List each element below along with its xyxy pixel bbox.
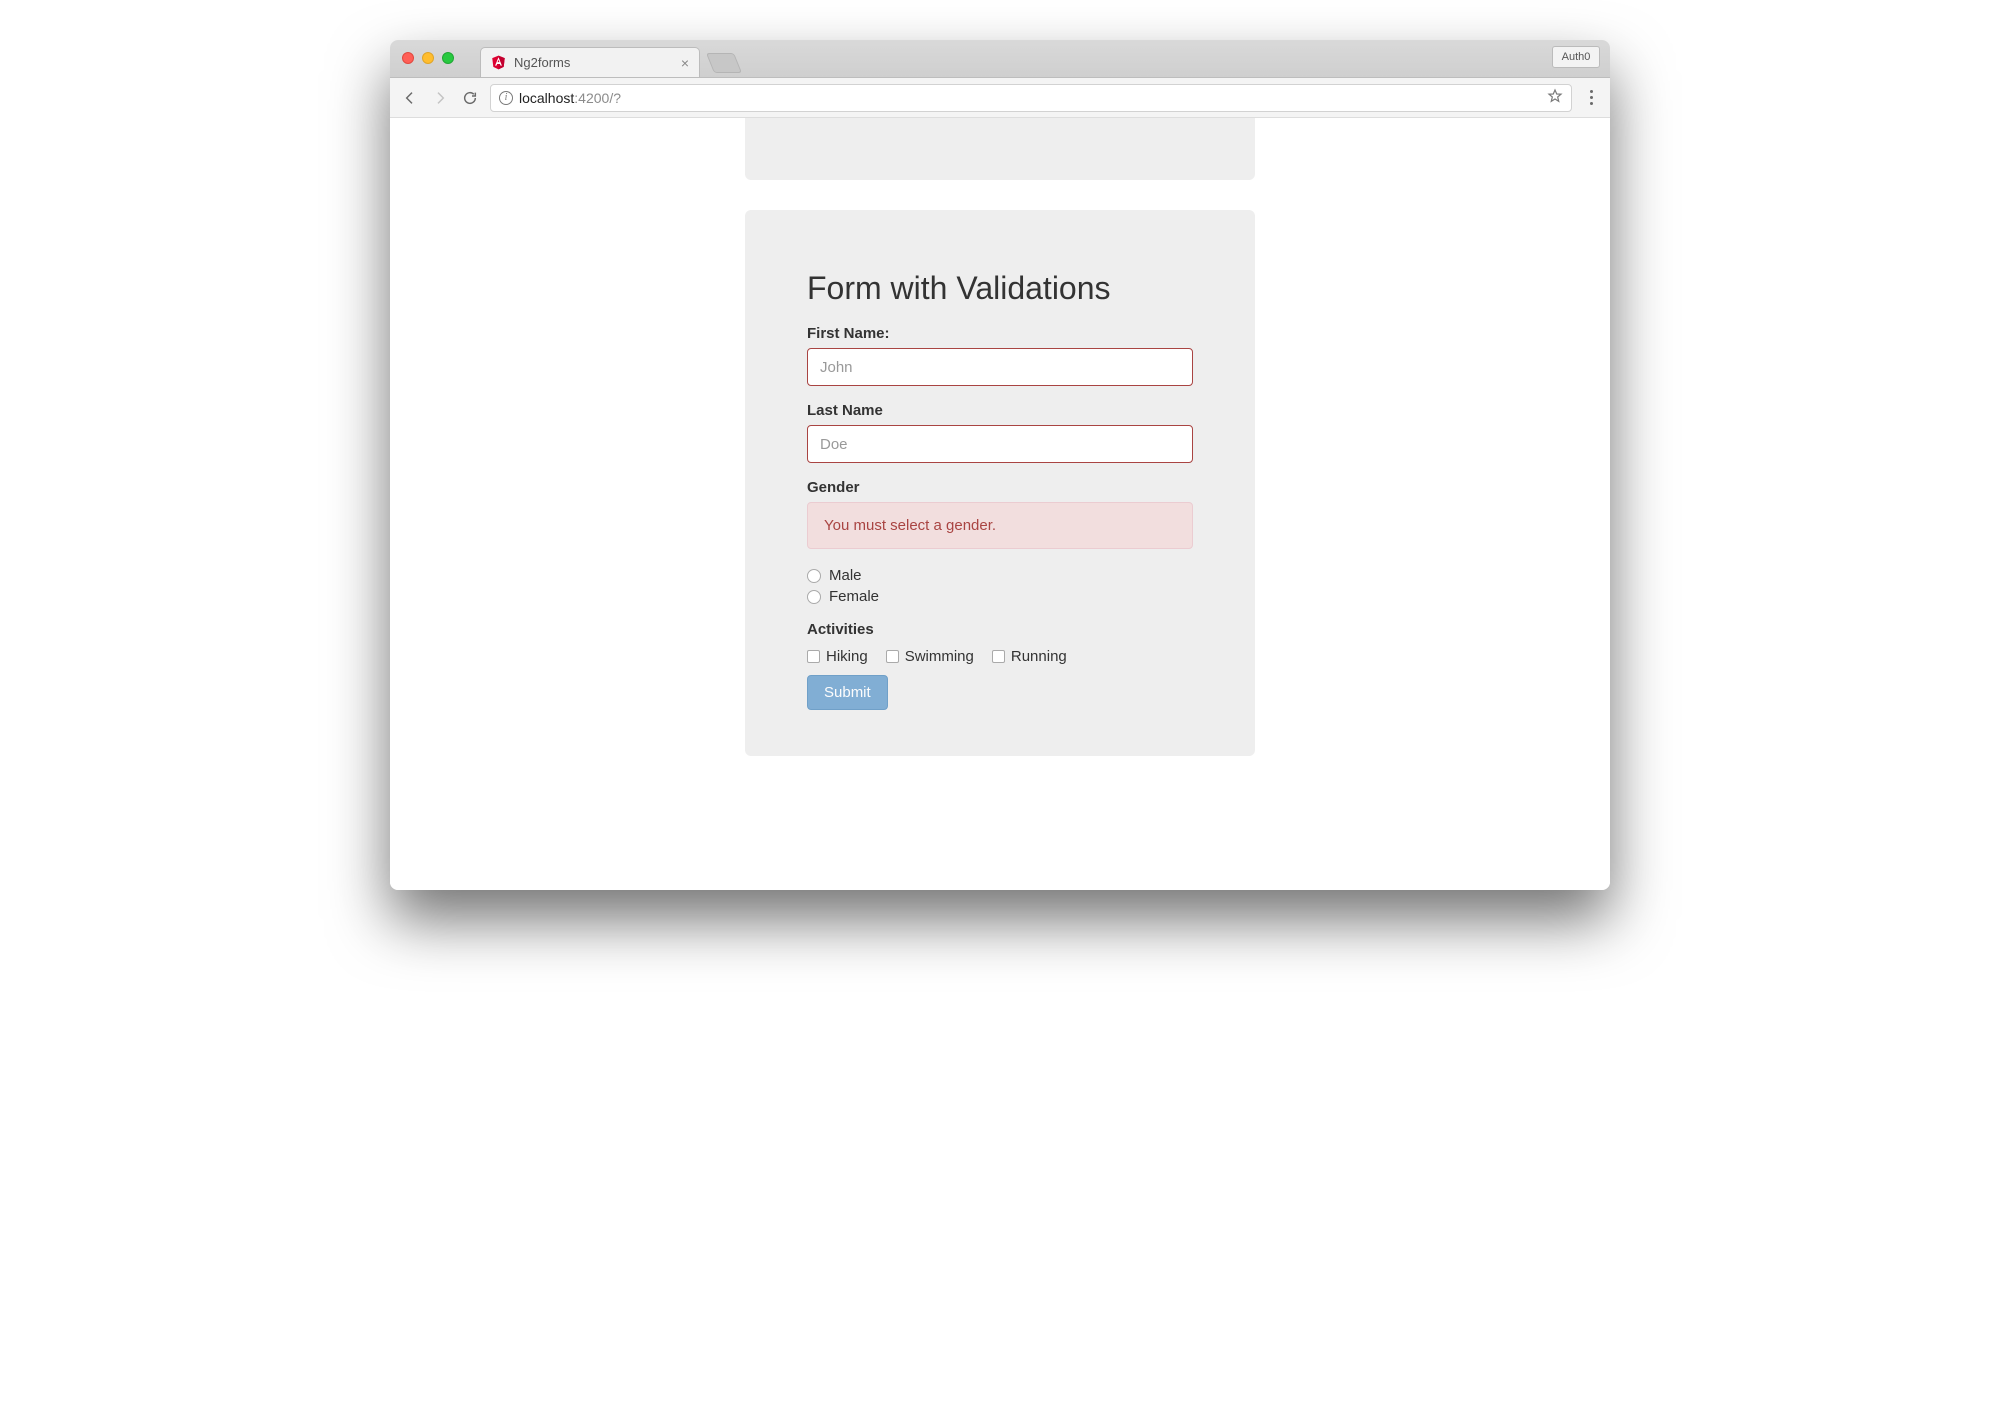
browser-window: Ng2forms × Auth0 i localhost:4200/? [390,40,1610,890]
last-name-input[interactable] [807,425,1193,463]
previous-panel-peek [745,118,1255,180]
forward-button[interactable] [430,88,450,108]
gender-group: Gender You must select a gender. Male Fe… [807,479,1193,605]
site-info-icon[interactable]: i [499,91,513,105]
address-bar[interactable]: i localhost:4200/? [490,84,1572,112]
browser-toolbar: i localhost:4200/? [390,78,1610,118]
gender-label: Gender [807,479,1193,496]
tab-title: Ng2forms [514,55,673,70]
activities-label: Activities [807,621,1193,638]
new-tab-button[interactable] [706,53,742,73]
reload-button[interactable] [460,88,480,108]
url-path: /? [609,90,621,106]
last-name-group: Last Name [807,402,1193,463]
page-viewport: Form with Validations First Name: Last N… [390,118,1610,890]
activities-group: Activities Hiking Swimming Running [807,621,1193,665]
activity-swimming-checkbox[interactable] [886,650,899,663]
back-button[interactable] [400,88,420,108]
submit-button[interactable]: Submit [807,675,888,710]
activity-swimming-label: Swimming [905,648,974,665]
bookmark-star-icon[interactable] [1547,88,1563,107]
form-panel: Form with Validations First Name: Last N… [745,210,1255,756]
maximize-window-button[interactable] [442,52,454,64]
activity-running-label: Running [1011,648,1067,665]
gender-error-alert: You must select a gender. [807,502,1193,549]
browser-menu-button[interactable] [1582,90,1600,105]
page-content: Form with Validations First Name: Last N… [390,118,1610,890]
gender-option-female-row: Female [807,588,1193,605]
gender-option-male-row: Male [807,567,1193,584]
gender-option-male-label: Male [829,567,862,584]
gender-option-female-label: Female [829,588,879,605]
minimize-window-button[interactable] [422,52,434,64]
activity-hiking-row: Hiking [807,648,868,665]
gender-radio-female[interactable] [807,590,821,604]
first-name-input[interactable] [807,348,1193,386]
browser-tab[interactable]: Ng2forms × [480,47,700,77]
url-host: localhost [519,90,574,106]
activity-running-row: Running [992,648,1067,665]
activity-hiking-label: Hiking [826,648,868,665]
window-controls [402,52,454,64]
angular-favicon-icon [491,55,506,70]
first-name-label: First Name: [807,325,1193,342]
form-heading: Form with Validations [807,270,1193,307]
activities-checks: Hiking Swimming Running [807,648,1193,665]
url-port: :4200 [574,90,609,106]
gender-radio-male[interactable] [807,569,821,583]
close-window-button[interactable] [402,52,414,64]
close-tab-icon[interactable]: × [681,56,689,70]
first-name-group: First Name: [807,325,1193,386]
browser-tabbar: Ng2forms × Auth0 [390,40,1610,78]
activity-running-checkbox[interactable] [992,650,1005,663]
auth0-extension-badge[interactable]: Auth0 [1552,46,1600,68]
activity-swimming-row: Swimming [886,648,974,665]
url-text: localhost:4200/? [519,90,1541,106]
last-name-label: Last Name [807,402,1193,419]
activity-hiking-checkbox[interactable] [807,650,820,663]
